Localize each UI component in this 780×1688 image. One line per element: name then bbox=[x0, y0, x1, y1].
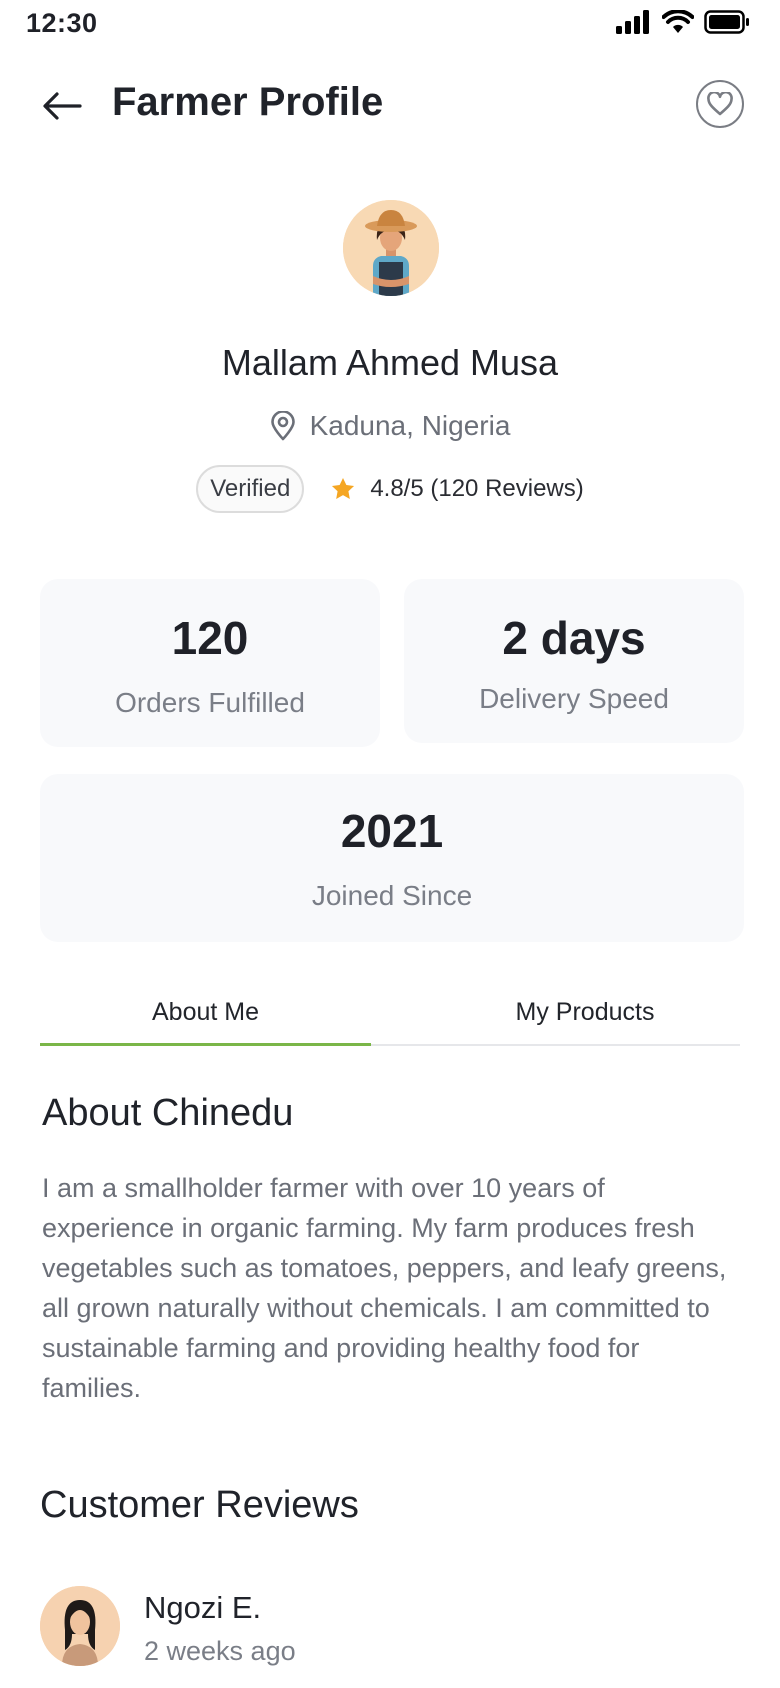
active-tab-indicator bbox=[40, 1043, 371, 1046]
about-text: I am a smallholder farmer with over 10 y… bbox=[42, 1173, 727, 1403]
location-text: Kaduna, Nigeria bbox=[309, 410, 511, 441]
wifi-icon bbox=[662, 10, 694, 33]
verified-badge: Verified bbox=[196, 465, 305, 513]
profile-meta: Verified 4.8/5 (120 Reviews) bbox=[0, 465, 780, 513]
battery-icon bbox=[704, 10, 749, 34]
tab-about-me[interactable]: About Me bbox=[40, 980, 371, 1044]
status-bar: 12:30 bbox=[0, 0, 780, 50]
rating-text: 4.8/5 (120 Reviews) bbox=[370, 475, 584, 502]
orders-card: 120 Orders Fulfilled bbox=[40, 579, 380, 747]
orders-value: 120 bbox=[171, 612, 249, 664]
reviewer-avatar bbox=[40, 1586, 120, 1666]
farmer-avatar bbox=[343, 200, 439, 296]
profile-tabs: About Me My Products bbox=[40, 980, 740, 1046]
farmer-name: Mallam Ahmed Musa bbox=[221, 342, 559, 383]
location-pin-icon bbox=[270, 411, 295, 441]
star-icon bbox=[332, 477, 355, 499]
status-time: 12:30 bbox=[26, 8, 98, 38]
rating: 4.8/5 (120 Reviews) bbox=[330, 475, 584, 503]
reviewer-name: Ngozi E. bbox=[144, 1590, 262, 1625]
delivery-label: Delivery Speed bbox=[479, 683, 669, 714]
joined-value: 2021 bbox=[340, 805, 444, 857]
reviews-title: Customer Reviews bbox=[40, 1484, 359, 1526]
joined-card: 2021 Joined Since bbox=[40, 774, 744, 942]
arrow-left-icon bbox=[43, 92, 82, 120]
review-time: 2 weeks ago bbox=[144, 1636, 296, 1666]
heart-icon bbox=[707, 92, 733, 116]
signal-icon bbox=[616, 10, 649, 34]
delivery-value: 2 days bbox=[502, 612, 646, 664]
farmer-location: Kaduna, Nigeria bbox=[0, 410, 780, 442]
page-title: Farmer Profile bbox=[112, 80, 384, 124]
about-title: About Chinedu bbox=[42, 1092, 294, 1134]
back-button[interactable] bbox=[40, 84, 84, 128]
tab-my-products[interactable]: My Products bbox=[430, 980, 740, 1044]
delivery-card: 2 days Delivery Speed bbox=[404, 579, 744, 743]
status-icons bbox=[616, 10, 750, 34]
orders-label: Orders Fulfilled bbox=[115, 687, 305, 718]
joined-label: Joined Since bbox=[311, 880, 473, 911]
favorite-button[interactable] bbox=[696, 80, 744, 128]
